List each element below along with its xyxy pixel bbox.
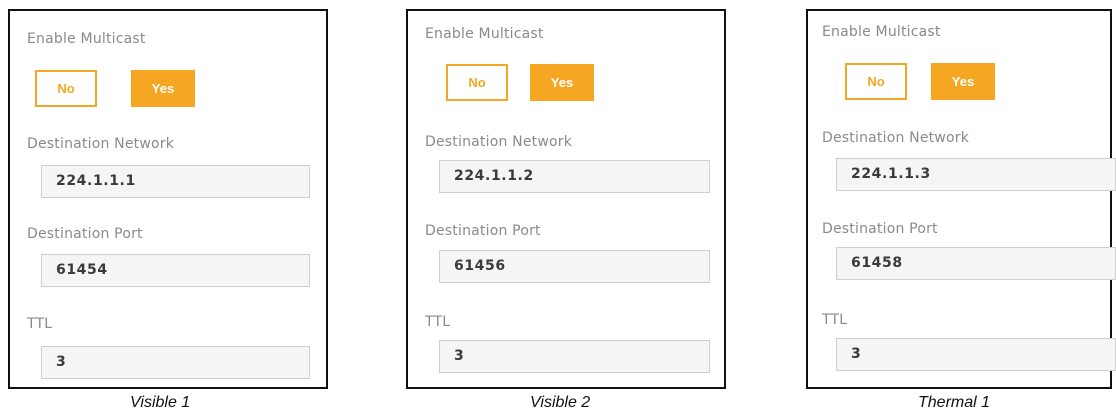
- destination-port-field[interactable]: 61456: [439, 250, 710, 283]
- ttl-label: TTL: [425, 314, 451, 330]
- caption-thermal-1: Thermal 1: [918, 394, 991, 411]
- destination-port-field[interactable]: 61454: [41, 254, 310, 287]
- ttl-field[interactable]: 3: [439, 340, 710, 373]
- destination-network-label: Destination Network: [822, 130, 970, 146]
- ttl-field[interactable]: 3: [41, 346, 310, 379]
- destination-network-field[interactable]: 224.1.1.2: [439, 160, 710, 193]
- enable-multicast-label: Enable Multicast: [425, 26, 544, 42]
- multicast-panel-visible-2: Enable Multicast No Yes Destination Netw…: [406, 9, 726, 389]
- destination-network-field[interactable]: 224.1.1.3: [836, 158, 1116, 191]
- no-button[interactable]: No: [446, 64, 508, 101]
- ttl-label: TTL: [27, 316, 53, 332]
- ttl-label: TTL: [822, 312, 848, 328]
- caption-visible-1: Visible 1: [130, 394, 191, 411]
- multicast-panel-thermal-1: Enable Multicast No Yes Destination Netw…: [806, 9, 1116, 389]
- no-button[interactable]: No: [35, 70, 97, 107]
- yes-button[interactable]: Yes: [131, 70, 195, 107]
- destination-network-field[interactable]: 224.1.1.1: [41, 165, 310, 198]
- destination-port-label: Destination Port: [822, 221, 938, 237]
- caption-visible-2: Visible 2: [530, 394, 591, 411]
- yes-button[interactable]: Yes: [530, 64, 594, 101]
- yes-button[interactable]: Yes: [931, 63, 995, 100]
- ttl-field[interactable]: 3: [836, 338, 1116, 371]
- enable-multicast-label: Enable Multicast: [822, 24, 941, 40]
- destination-network-label: Destination Network: [425, 134, 573, 150]
- multicast-panel-visible-1: Enable Multicast No Yes Destination Netw…: [8, 9, 328, 389]
- no-button[interactable]: No: [845, 63, 907, 100]
- destination-port-field[interactable]: 61458: [836, 247, 1116, 280]
- destination-port-label: Destination Port: [425, 223, 541, 239]
- destination-port-label: Destination Port: [27, 226, 143, 242]
- enable-multicast-label: Enable Multicast: [27, 31, 146, 47]
- destination-network-label: Destination Network: [27, 136, 175, 152]
